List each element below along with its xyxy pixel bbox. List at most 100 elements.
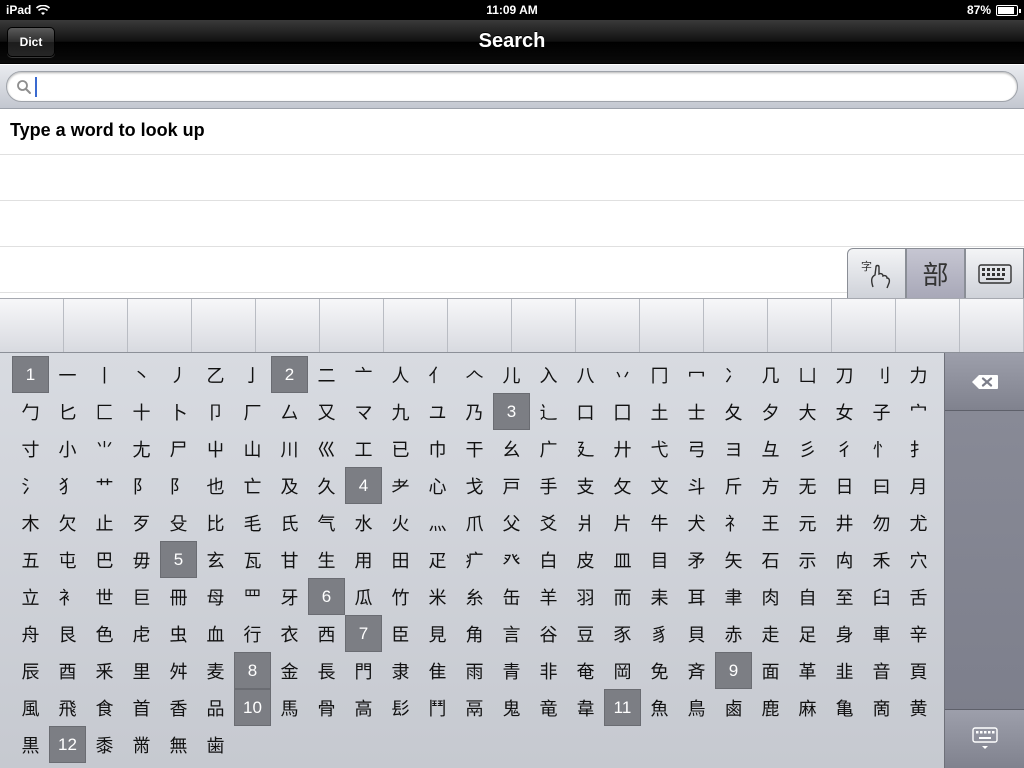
radical-key[interactable]: 無: [160, 726, 197, 763]
radical-key[interactable]: 高: [345, 689, 382, 726]
radical-key[interactable]: 戸: [493, 467, 530, 504]
radical-key[interactable]: 大: [789, 393, 826, 430]
radical-key[interactable]: 耳: [678, 578, 715, 615]
radical-key[interactable]: 冂: [641, 356, 678, 393]
radical-key[interactable]: 舟: [12, 615, 49, 652]
radical-key[interactable]: 艮: [49, 615, 86, 652]
radical-key[interactable]: 革: [789, 652, 826, 689]
radical-key[interactable]: 魚: [641, 689, 678, 726]
radical-key[interactable]: 罒: [234, 578, 271, 615]
radical-key[interactable]: 父: [493, 504, 530, 541]
radical-key[interactable]: 艹: [86, 467, 123, 504]
radical-key[interactable]: 夂: [715, 393, 752, 430]
radical-key[interactable]: 見: [419, 615, 456, 652]
radical-key[interactable]: 牙: [271, 578, 308, 615]
tab-radical[interactable]: 部: [906, 248, 965, 298]
radical-key[interactable]: 王: [752, 504, 789, 541]
radical-key[interactable]: 岡: [604, 652, 641, 689]
radical-key[interactable]: 毋: [123, 541, 160, 578]
radical-key[interactable]: 巾: [419, 430, 456, 467]
radical-key[interactable]: 母: [197, 578, 234, 615]
search-input[interactable]: [35, 74, 1005, 99]
radical-key[interactable]: ⺌: [86, 430, 123, 467]
radical-key[interactable]: 角: [456, 615, 493, 652]
radical-key[interactable]: 歹: [123, 504, 160, 541]
radical-key[interactable]: 刂: [863, 356, 900, 393]
radical-key[interactable]: 也: [197, 467, 234, 504]
radical-key[interactable]: 支: [567, 467, 604, 504]
radical-key[interactable]: 气: [308, 504, 345, 541]
radical-key[interactable]: 二: [308, 356, 345, 393]
radical-key[interactable]: 冫: [715, 356, 752, 393]
radical-key[interactable]: 冖: [678, 356, 715, 393]
radical-key[interactable]: 隹: [419, 652, 456, 689]
radical-key[interactable]: 飛: [49, 689, 86, 726]
radical-key[interactable]: 戈: [456, 467, 493, 504]
candidate-slot[interactable]: [640, 299, 704, 352]
radical-key[interactable]: 毛: [234, 504, 271, 541]
hide-keyboard-button[interactable]: [945, 709, 1024, 768]
radical-key[interactable]: 木: [12, 504, 49, 541]
candidate-slot[interactable]: [832, 299, 896, 352]
radical-key[interactable]: 巛: [308, 430, 345, 467]
candidate-slot[interactable]: [896, 299, 960, 352]
radical-key[interactable]: 斤: [715, 467, 752, 504]
radical-key[interactable]: 歯: [197, 726, 234, 763]
radical-key[interactable]: 手: [530, 467, 567, 504]
radical-key[interactable]: 臼: [863, 578, 900, 615]
radical-key[interactable]: 亅: [234, 356, 271, 393]
radical-key[interactable]: 舛: [160, 652, 197, 689]
radical-key[interactable]: 黒: [12, 726, 49, 763]
radical-key[interactable]: 厶: [271, 393, 308, 430]
radical-key[interactable]: 韭: [826, 652, 863, 689]
radical-key[interactable]: 尸: [160, 430, 197, 467]
candidate-slot[interactable]: [256, 299, 320, 352]
radical-key[interactable]: 丶: [123, 356, 160, 393]
radical-key[interactable]: 韋: [567, 689, 604, 726]
radical-key[interactable]: 亻: [419, 356, 456, 393]
radical-key[interactable]: 𠆢: [456, 356, 493, 393]
radical-key[interactable]: 彑: [752, 430, 789, 467]
radical-key[interactable]: 月: [900, 467, 937, 504]
radical-key[interactable]: 鬥: [419, 689, 456, 726]
radical-key[interactable]: 穴: [900, 541, 937, 578]
radical-key[interactable]: 欠: [49, 504, 86, 541]
radical-key[interactable]: 竜: [530, 689, 567, 726]
radical-key[interactable]: 羽: [567, 578, 604, 615]
radical-key[interactable]: 骨: [308, 689, 345, 726]
radical-key[interactable]: 元: [789, 504, 826, 541]
radical-key[interactable]: 皮: [567, 541, 604, 578]
radical-key[interactable]: 糸: [456, 578, 493, 615]
radical-key[interactable]: 攵: [604, 467, 641, 504]
radical-key[interactable]: 車: [863, 615, 900, 652]
radical-key[interactable]: 尢: [123, 430, 160, 467]
radical-key[interactable]: 奄: [567, 652, 604, 689]
radical-key[interactable]: 赤: [715, 615, 752, 652]
radical-key[interactable]: 鳥: [678, 689, 715, 726]
radical-key[interactable]: 丿: [160, 356, 197, 393]
radical-key[interactable]: 巴: [86, 541, 123, 578]
radical-key[interactable]: 亡: [234, 467, 271, 504]
radical-key[interactable]: 氵: [12, 467, 49, 504]
radical-key[interactable]: 麻: [789, 689, 826, 726]
radical-key[interactable]: 食: [86, 689, 123, 726]
radical-key[interactable]: 世: [86, 578, 123, 615]
radical-key[interactable]: 玄: [197, 541, 234, 578]
candidate-slot[interactable]: [320, 299, 384, 352]
candidate-slot[interactable]: [960, 299, 1024, 352]
radical-key[interactable]: 又: [308, 393, 345, 430]
radical-key[interactable]: 虍: [123, 615, 160, 652]
radical-key[interactable]: 甘: [271, 541, 308, 578]
radical-key[interactable]: 耒: [641, 578, 678, 615]
radical-key[interactable]: 長: [308, 652, 345, 689]
radical-key[interactable]: 斗: [678, 467, 715, 504]
radical-key[interactable]: 品: [197, 689, 234, 726]
radical-key[interactable]: 丨: [86, 356, 123, 393]
radical-key[interactable]: 山: [234, 430, 271, 467]
tab-handwriting[interactable]: 字: [847, 248, 906, 298]
radical-key[interactable]: 青: [493, 652, 530, 689]
radical-key[interactable]: 疋: [419, 541, 456, 578]
candidate-slot[interactable]: [384, 299, 448, 352]
radical-key[interactable]: ユ: [419, 393, 456, 430]
radical-key[interactable]: 瓜: [345, 578, 382, 615]
